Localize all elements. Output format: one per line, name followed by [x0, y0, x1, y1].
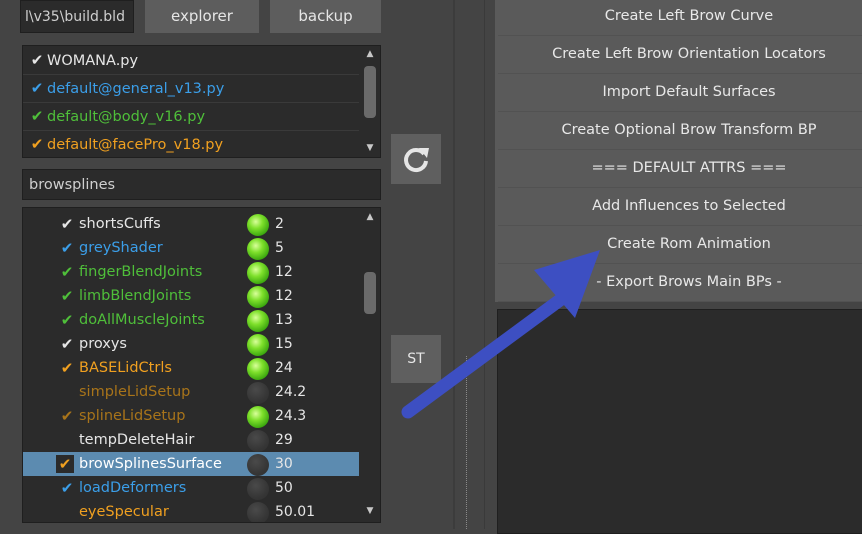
annotation-arrow — [401, 250, 600, 419]
